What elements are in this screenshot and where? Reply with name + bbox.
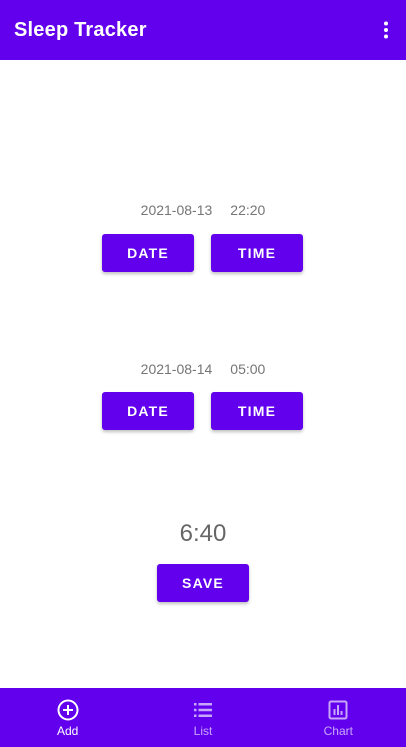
app-title: Sleep Tracker — [14, 18, 147, 41]
end-time-text: 05:00 — [230, 361, 266, 377]
start-time-text: 22:20 — [230, 202, 266, 218]
list-icon — [193, 702, 212, 717]
app-bar: Sleep Tracker — [0, 0, 406, 60]
nav-item-add[interactable]: Add — [0, 688, 135, 747]
end-time-button[interactable]: TIME — [211, 392, 303, 430]
start-time-button[interactable]: TIME — [211, 234, 303, 272]
nav-label-add: Add — [56, 723, 79, 738]
start-date-text: 2021-08-13 — [140, 202, 213, 218]
end-datetime: 2021-08-14 05:00 — [0, 361, 406, 377]
start-date-button[interactable]: DATE — [102, 234, 194, 272]
nav-item-list[interactable]: List — [135, 688, 270, 747]
nav-item-chart[interactable]: Chart — [271, 688, 406, 747]
start-datetime: 2021-08-13 22:20 — [0, 202, 406, 218]
sleep-duration: 6:40 — [179, 520, 227, 547]
save-button[interactable]: SAVE — [157, 564, 249, 602]
nav-label-chart: Chart — [323, 723, 353, 738]
end-date-button[interactable]: DATE — [102, 392, 194, 430]
add-circle-icon — [57, 699, 79, 720]
chart-icon — [328, 700, 348, 719]
more-vert-icon — [384, 21, 388, 39]
overflow-menu-button[interactable] — [374, 18, 398, 42]
nav-label-list: List — [193, 723, 213, 738]
end-date-text: 2021-08-14 — [140, 361, 213, 377]
bottom-navigation: Add List Chart — [0, 688, 406, 747]
